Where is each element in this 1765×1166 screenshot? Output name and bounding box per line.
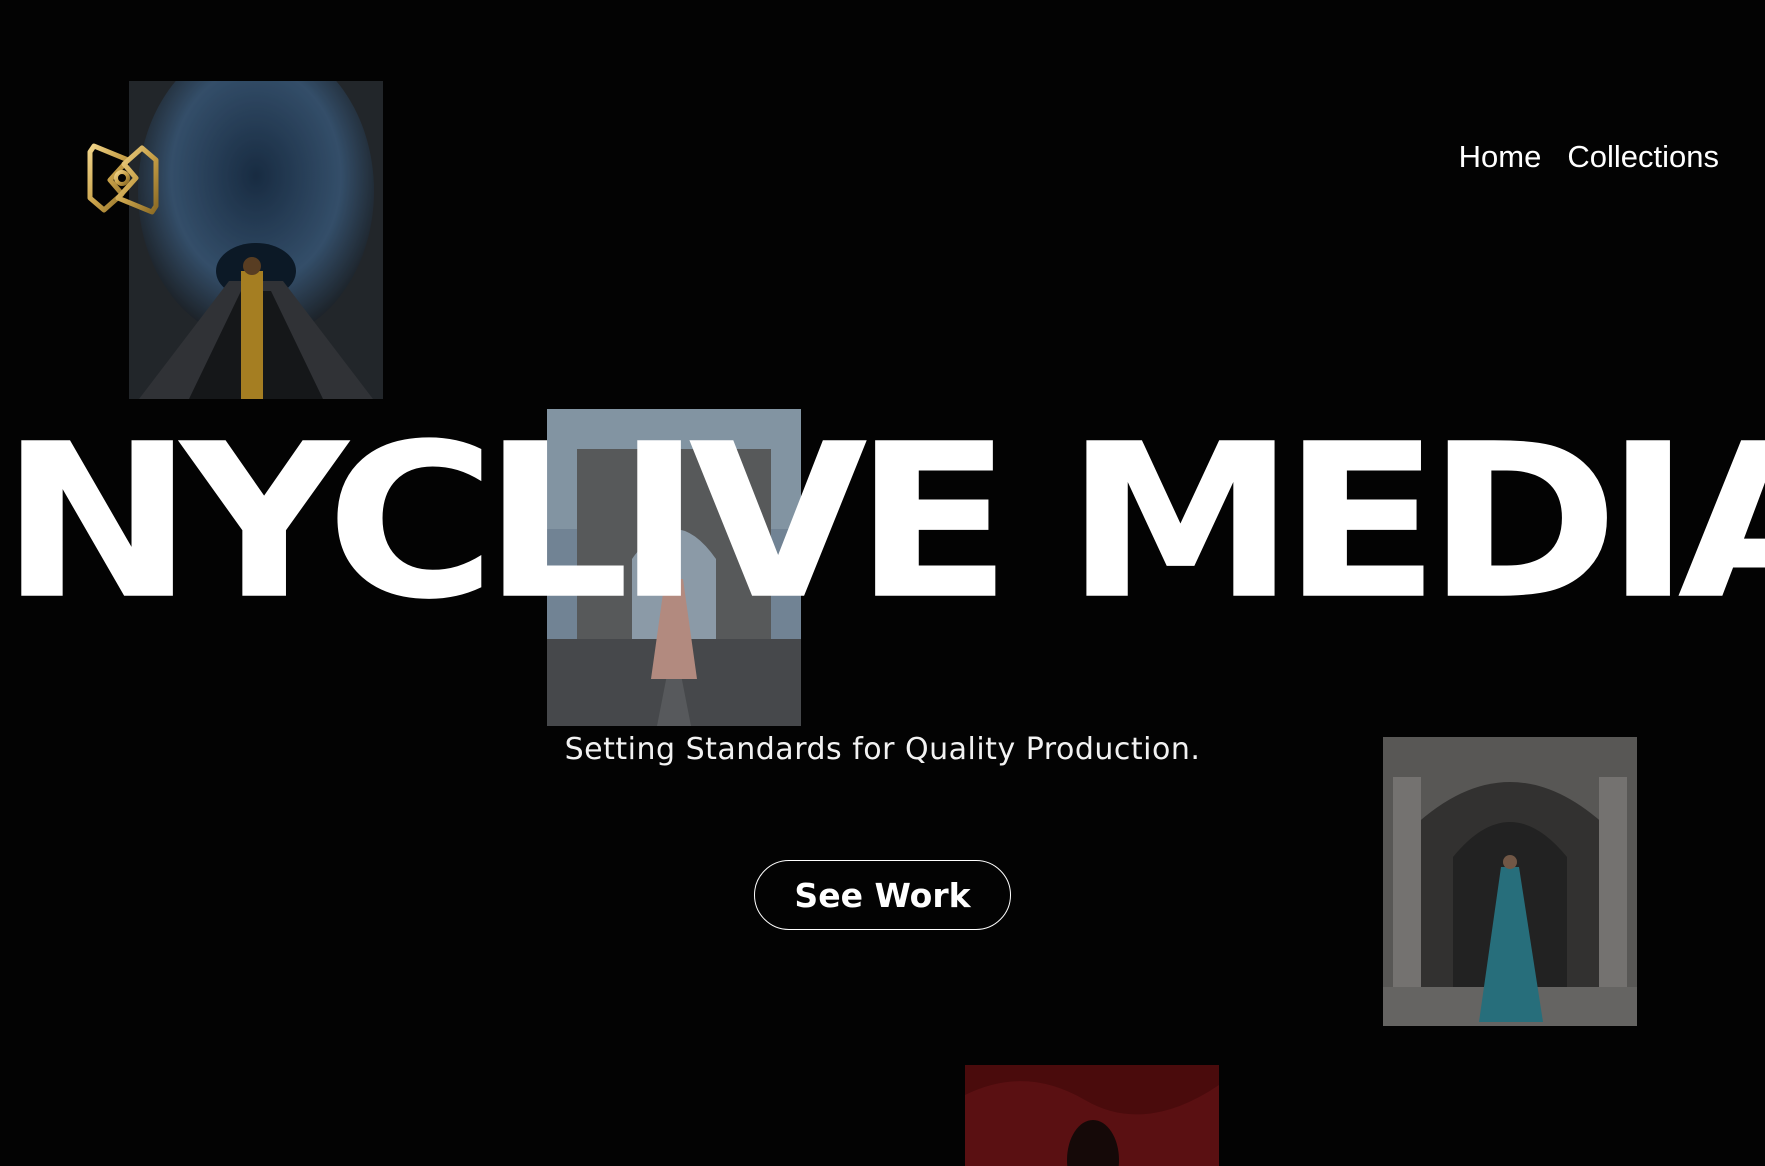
- photo-red-fabric: [965, 1065, 1219, 1166]
- see-work-button[interactable]: See Work: [754, 860, 1011, 930]
- top-nav: Home Collections: [1459, 137, 1719, 177]
- photo-escalator-tunnel: [129, 81, 383, 399]
- nyclive-logo-icon[interactable]: [84, 138, 162, 220]
- nav-home-link[interactable]: Home: [1459, 137, 1542, 177]
- hero-title: NYCLIVE MEDIA: [0, 398, 1765, 647]
- photo-colonnade: [1383, 737, 1637, 1026]
- hero-tagline: Setting Standards for Quality Production…: [564, 732, 1201, 767]
- nav-collections-link[interactable]: Collections: [1567, 137, 1719, 177]
